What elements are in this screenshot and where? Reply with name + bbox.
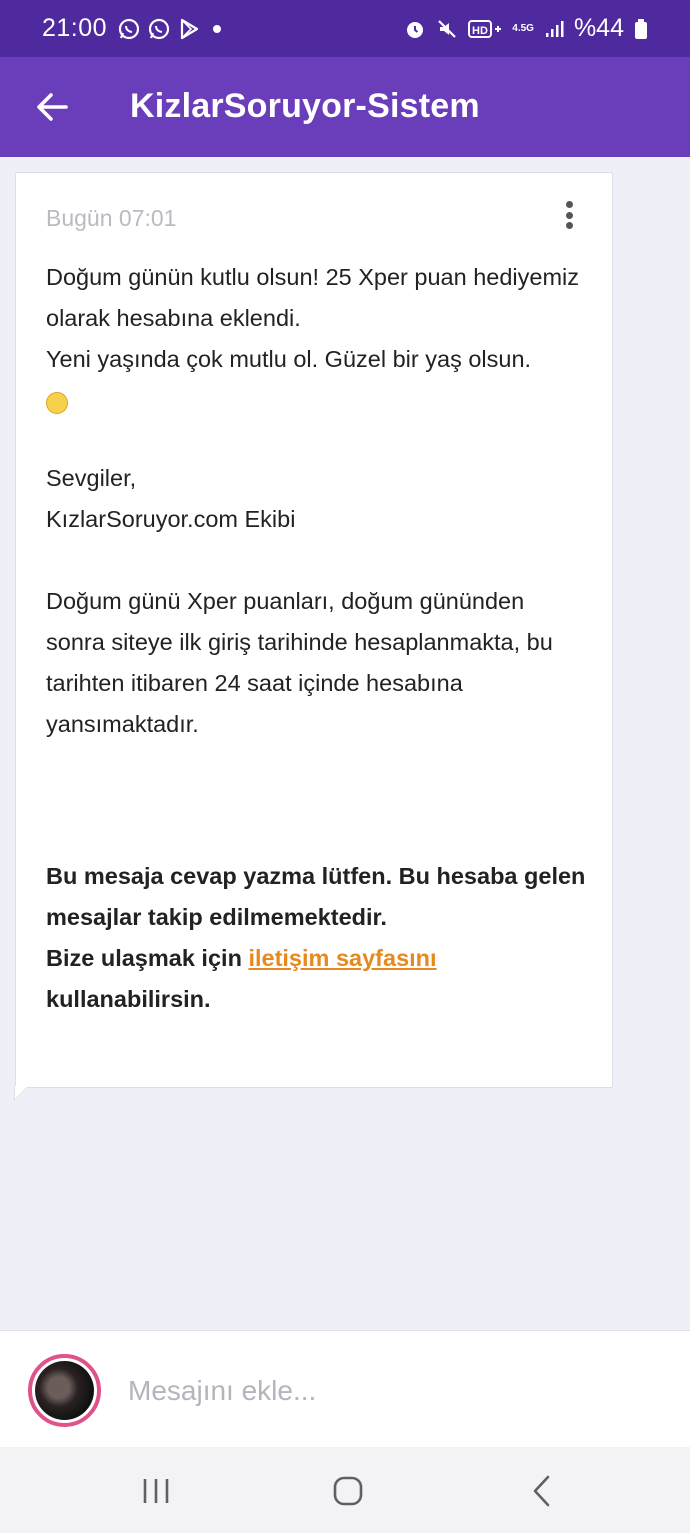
hd-plus-icon: HD	[468, 19, 502, 38]
contact-page-link[interactable]: iletişim sayfasını	[248, 945, 436, 971]
message-menu-button[interactable]	[556, 199, 582, 231]
message-composer	[0, 1330, 690, 1447]
notice-prefix: Bize ulaşmak için	[46, 945, 242, 971]
page-title: KizlarSoruyor-Sistem	[130, 87, 480, 125]
message-bubble: Bugün 07:01 Doğum günün kutlu olsun! 25 …	[15, 172, 613, 1088]
status-notification-icons	[117, 17, 227, 41]
mute-icon	[438, 19, 457, 38]
more-vertical-icon	[565, 201, 573, 208]
message-paragraph: Doğum günü Xper puanları, doğum gününden…	[46, 588, 553, 737]
status-time: 21:00	[42, 14, 108, 42]
avatar[interactable]	[28, 1354, 101, 1427]
whatsapp-icon	[148, 18, 170, 39]
battery-icon	[635, 18, 647, 39]
message-paragraph: Yeni yaşında çok mutlu ol. Güzel bir yaş…	[46, 346, 532, 372]
notice-suffix: kullanabilirsin.	[46, 986, 211, 1012]
app-bar: KizlarSoruyor-Sistem	[0, 57, 690, 157]
arrow-left-icon	[37, 93, 68, 121]
message-paragraph: Doğum günün kutlu olsun! 25 Xper puan he…	[46, 264, 580, 331]
system-nav-bar	[0, 1447, 690, 1533]
signal-icon	[545, 20, 564, 37]
message-timestamp: Bugün 07:01	[46, 205, 177, 231]
back-icon	[533, 1475, 550, 1507]
nav-back-button[interactable]	[520, 1469, 564, 1513]
home-button[interactable]	[326, 1469, 370, 1513]
network-type: 4.5G	[512, 22, 534, 34]
recent-apps-button[interactable]	[134, 1469, 178, 1513]
whatsapp-icon	[118, 18, 140, 39]
status-bar: 21:00 HD 4.5G %44	[0, 0, 690, 57]
notice-line: Bu mesaja cevap yazma lütfen. Bu hesaba …	[46, 863, 586, 930]
recent-apps-icon	[143, 1479, 169, 1503]
message-body: Doğum günün kutlu olsun! 25 Xper puan he…	[46, 257, 586, 1020]
alarm-icon	[407, 21, 424, 38]
notice-line: Bize ulaşmak için iletişim sayfasını kull…	[46, 938, 586, 1020]
signoff-line: Sevgiler,	[46, 465, 137, 491]
signoff-line: KızlarSoruyor.com Ekibi	[46, 506, 296, 532]
play-store-icon	[180, 18, 199, 39]
back-button[interactable]	[30, 85, 74, 129]
status-system-icons: HD 4.5G %44	[404, 14, 648, 43]
smiling-face-emoji	[46, 392, 68, 414]
dot-icon	[213, 24, 222, 33]
message-input[interactable]	[128, 1363, 648, 1419]
home-icon	[333, 1476, 363, 1506]
svg-text:HD: HD	[472, 25, 488, 37]
battery-percent: %44	[573, 14, 624, 42]
conversation-area[interactable]: Bugün 07:01 Doğum günün kutlu olsun! 25 …	[0, 157, 690, 1330]
